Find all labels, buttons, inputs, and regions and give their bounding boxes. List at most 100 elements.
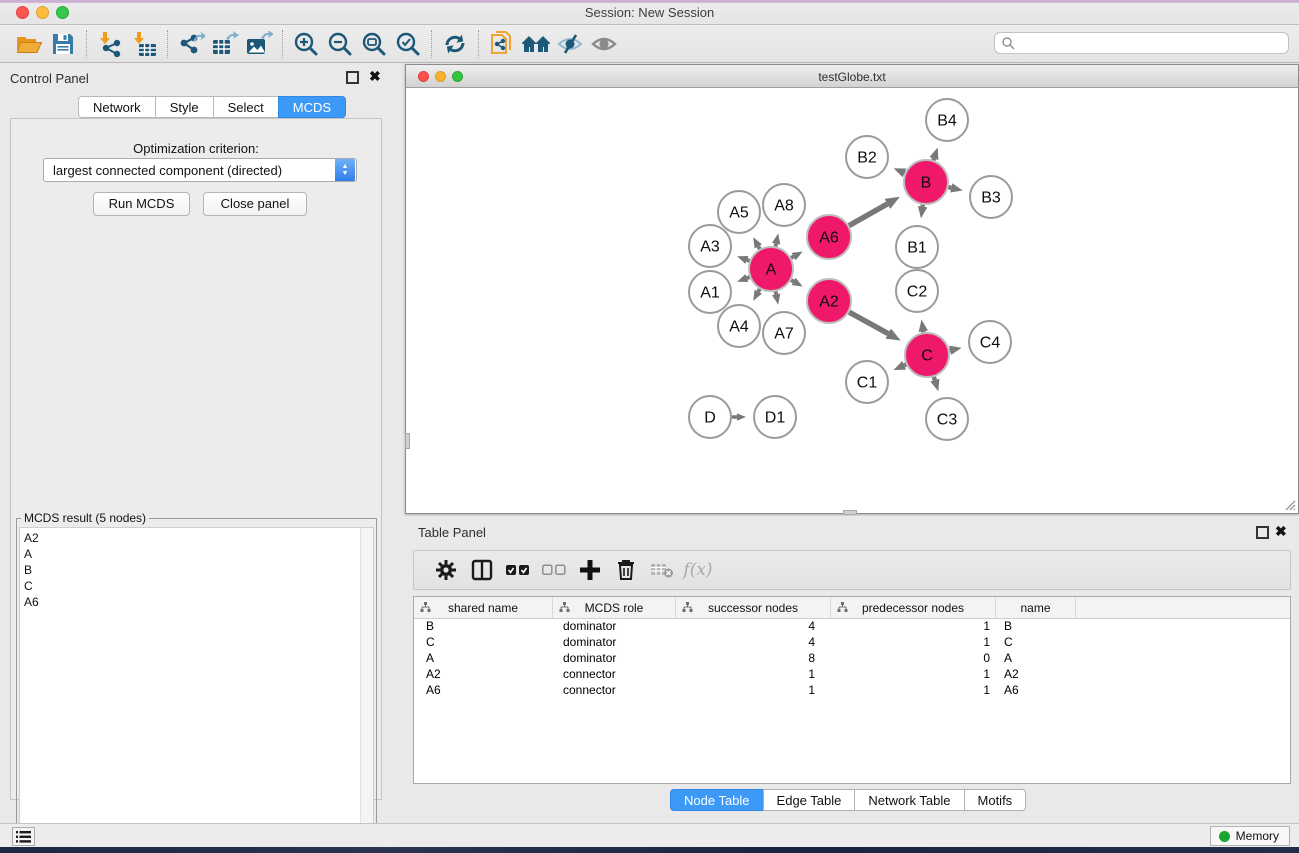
result-list-item[interactable]: A2 <box>24 530 39 546</box>
optimization-criterion-select[interactable]: largest connected component (directed) ▲… <box>43 158 357 182</box>
tab-select[interactable]: Select <box>213 96 278 118</box>
save-session-icon[interactable] <box>46 29 80 59</box>
close-panel-button[interactable]: Close panel <box>203 192 307 216</box>
edge-B-B4[interactable] <box>933 159 934 161</box>
cell-predecessor-nodes[interactable]: 1 <box>831 683 996 699</box>
show-selected-icon[interactable] <box>587 29 621 59</box>
edge-A-A2[interactable] <box>791 280 793 281</box>
edge-A-A8[interactable] <box>776 244 777 247</box>
zoom-fit-icon[interactable] <box>357 29 391 59</box>
cell-name[interactable]: A <box>996 651 1076 667</box>
edge-A-A5[interactable] <box>758 246 759 249</box>
cell-MCDS-role[interactable]: dominator <box>553 651 676 667</box>
tab-mcds[interactable]: MCDS <box>278 96 346 118</box>
bottom-splitter-handle[interactable] <box>843 510 857 515</box>
cell-predecessor-nodes[interactable]: 0 <box>831 651 996 667</box>
table-row-C[interactable]: Cdominator41C <box>414 635 1290 651</box>
column-header-successor-nodes[interactable]: successor nodes <box>676 597 831 618</box>
show-panels-menu-button[interactable] <box>12 827 35 846</box>
table-row-A6[interactable]: A6connector11A6 <box>414 683 1290 699</box>
network-window-titlebar[interactable]: testGlobe.txt <box>406 65 1298 88</box>
export-image-icon[interactable] <box>242 29 276 59</box>
tab-motifs[interactable]: Motifs <box>964 789 1027 811</box>
column-header-predecessor-nodes[interactable]: predecessor nodes <box>831 597 996 618</box>
result-list-item[interactable]: B <box>24 562 39 578</box>
cell-successor-nodes[interactable]: 4 <box>676 619 831 635</box>
table-row-A2[interactable]: A2connector11A2 <box>414 667 1290 683</box>
show-networks-icon[interactable] <box>519 29 553 59</box>
column-header-name[interactable]: name <box>996 597 1076 618</box>
settings-gear-icon[interactable] <box>428 554 464 586</box>
result-list-item[interactable]: A6 <box>24 594 39 610</box>
cell-successor-nodes[interactable]: 8 <box>676 651 831 667</box>
cell-shared-name[interactable]: A <box>414 651 553 667</box>
add-column-icon[interactable] <box>572 554 608 586</box>
export-network-icon[interactable] <box>174 29 208 59</box>
cell-successor-nodes[interactable]: 1 <box>676 683 831 699</box>
search-box[interactable] <box>994 32 1289 54</box>
cell-name[interactable]: B <box>996 619 1076 635</box>
cell-shared-name[interactable]: A2 <box>414 667 553 683</box>
edge-A-A6[interactable] <box>791 257 793 258</box>
cell-name[interactable]: A6 <box>996 683 1076 699</box>
zoom-out-icon[interactable] <box>323 29 357 59</box>
hide-selected-icon[interactable] <box>553 29 587 59</box>
tab-style[interactable]: Style <box>155 96 213 118</box>
edge-C-C1[interactable] <box>904 364 906 365</box>
cell-predecessor-nodes[interactable]: 1 <box>831 667 996 683</box>
split-panel-icon[interactable] <box>464 554 500 586</box>
edge-A2-C[interactable] <box>849 312 888 334</box>
cell-predecessor-nodes[interactable]: 1 <box>831 635 996 651</box>
table-row-A[interactable]: Adominator80A <box>414 651 1290 667</box>
apply-layout-icon[interactable] <box>438 29 472 59</box>
delete-column-icon[interactable] <box>608 554 644 586</box>
table-row-B[interactable]: Bdominator41B <box>414 619 1290 635</box>
run-mcds-button[interactable]: Run MCDS <box>93 192 190 216</box>
open-file-icon[interactable] <box>12 29 46 59</box>
cell-shared-name[interactable]: B <box>414 619 553 635</box>
tab-edge-table[interactable]: Edge Table <box>763 789 855 811</box>
mcds-result-list[interactable]: A2ABCA6 <box>19 527 374 852</box>
resize-grip-icon[interactable] <box>1283 498 1296 511</box>
zoom-in-icon[interactable] <box>289 29 323 59</box>
cell-MCDS-role[interactable]: connector <box>553 683 676 699</box>
unselect-all-columns-icon[interactable] <box>536 554 572 586</box>
cell-MCDS-role[interactable]: dominator <box>553 619 676 635</box>
result-list-item[interactable]: A <box>24 546 39 562</box>
search-input[interactable] <box>1015 36 1288 50</box>
float-table-panel-icon[interactable] <box>1256 526 1269 539</box>
cell-MCDS-role[interactable]: connector <box>553 667 676 683</box>
import-network-icon[interactable] <box>93 29 127 59</box>
cell-predecessor-nodes[interactable]: 1 <box>831 619 996 635</box>
memory-button[interactable]: Memory <box>1210 826 1290 846</box>
select-all-columns-icon[interactable] <box>500 554 536 586</box>
edge-A-A3[interactable] <box>747 260 750 261</box>
export-table-icon[interactable] <box>208 29 242 59</box>
cell-successor-nodes[interactable]: 1 <box>676 667 831 683</box>
edge-C-C3[interactable] <box>934 377 935 380</box>
cell-MCDS-role[interactable]: dominator <box>553 635 676 651</box>
float-panel-icon[interactable] <box>346 71 359 84</box>
result-list-item[interactable]: C <box>24 578 39 594</box>
cell-shared-name[interactable]: A6 <box>414 683 553 699</box>
cell-name[interactable]: A2 <box>996 667 1076 683</box>
cell-name[interactable]: C <box>996 635 1076 651</box>
tab-node-table[interactable]: Node Table <box>670 789 763 811</box>
tab-network-table[interactable]: Network Table <box>854 789 963 811</box>
cell-shared-name[interactable]: C <box>414 635 553 651</box>
edge-A-A4[interactable] <box>758 289 759 292</box>
column-header-shared-name[interactable]: shared name <box>414 597 553 618</box>
duplicate-network-icon[interactable] <box>485 29 519 59</box>
cell-successor-nodes[interactable]: 4 <box>676 635 831 651</box>
result-list-scrollbar[interactable] <box>360 528 373 851</box>
edge-A6-B[interactable] <box>849 204 887 226</box>
function-builder-icon[interactable]: f(x) <box>680 554 716 586</box>
import-table-icon[interactable] <box>127 29 161 59</box>
edge-B-B3[interactable] <box>948 187 951 188</box>
network-canvas[interactable]: B4B2BB3A8A5A6A3B1AC2A1A2A4A7C4CC1C3DD1 <box>406 88 1298 513</box>
delete-table-icon[interactable] <box>644 554 680 586</box>
tab-network[interactable]: Network <box>78 96 155 118</box>
edge-A-A1[interactable] <box>747 277 750 278</box>
close-table-panel-icon[interactable]: ✖ <box>1275 526 1288 539</box>
left-splitter-handle[interactable] <box>405 433 410 449</box>
